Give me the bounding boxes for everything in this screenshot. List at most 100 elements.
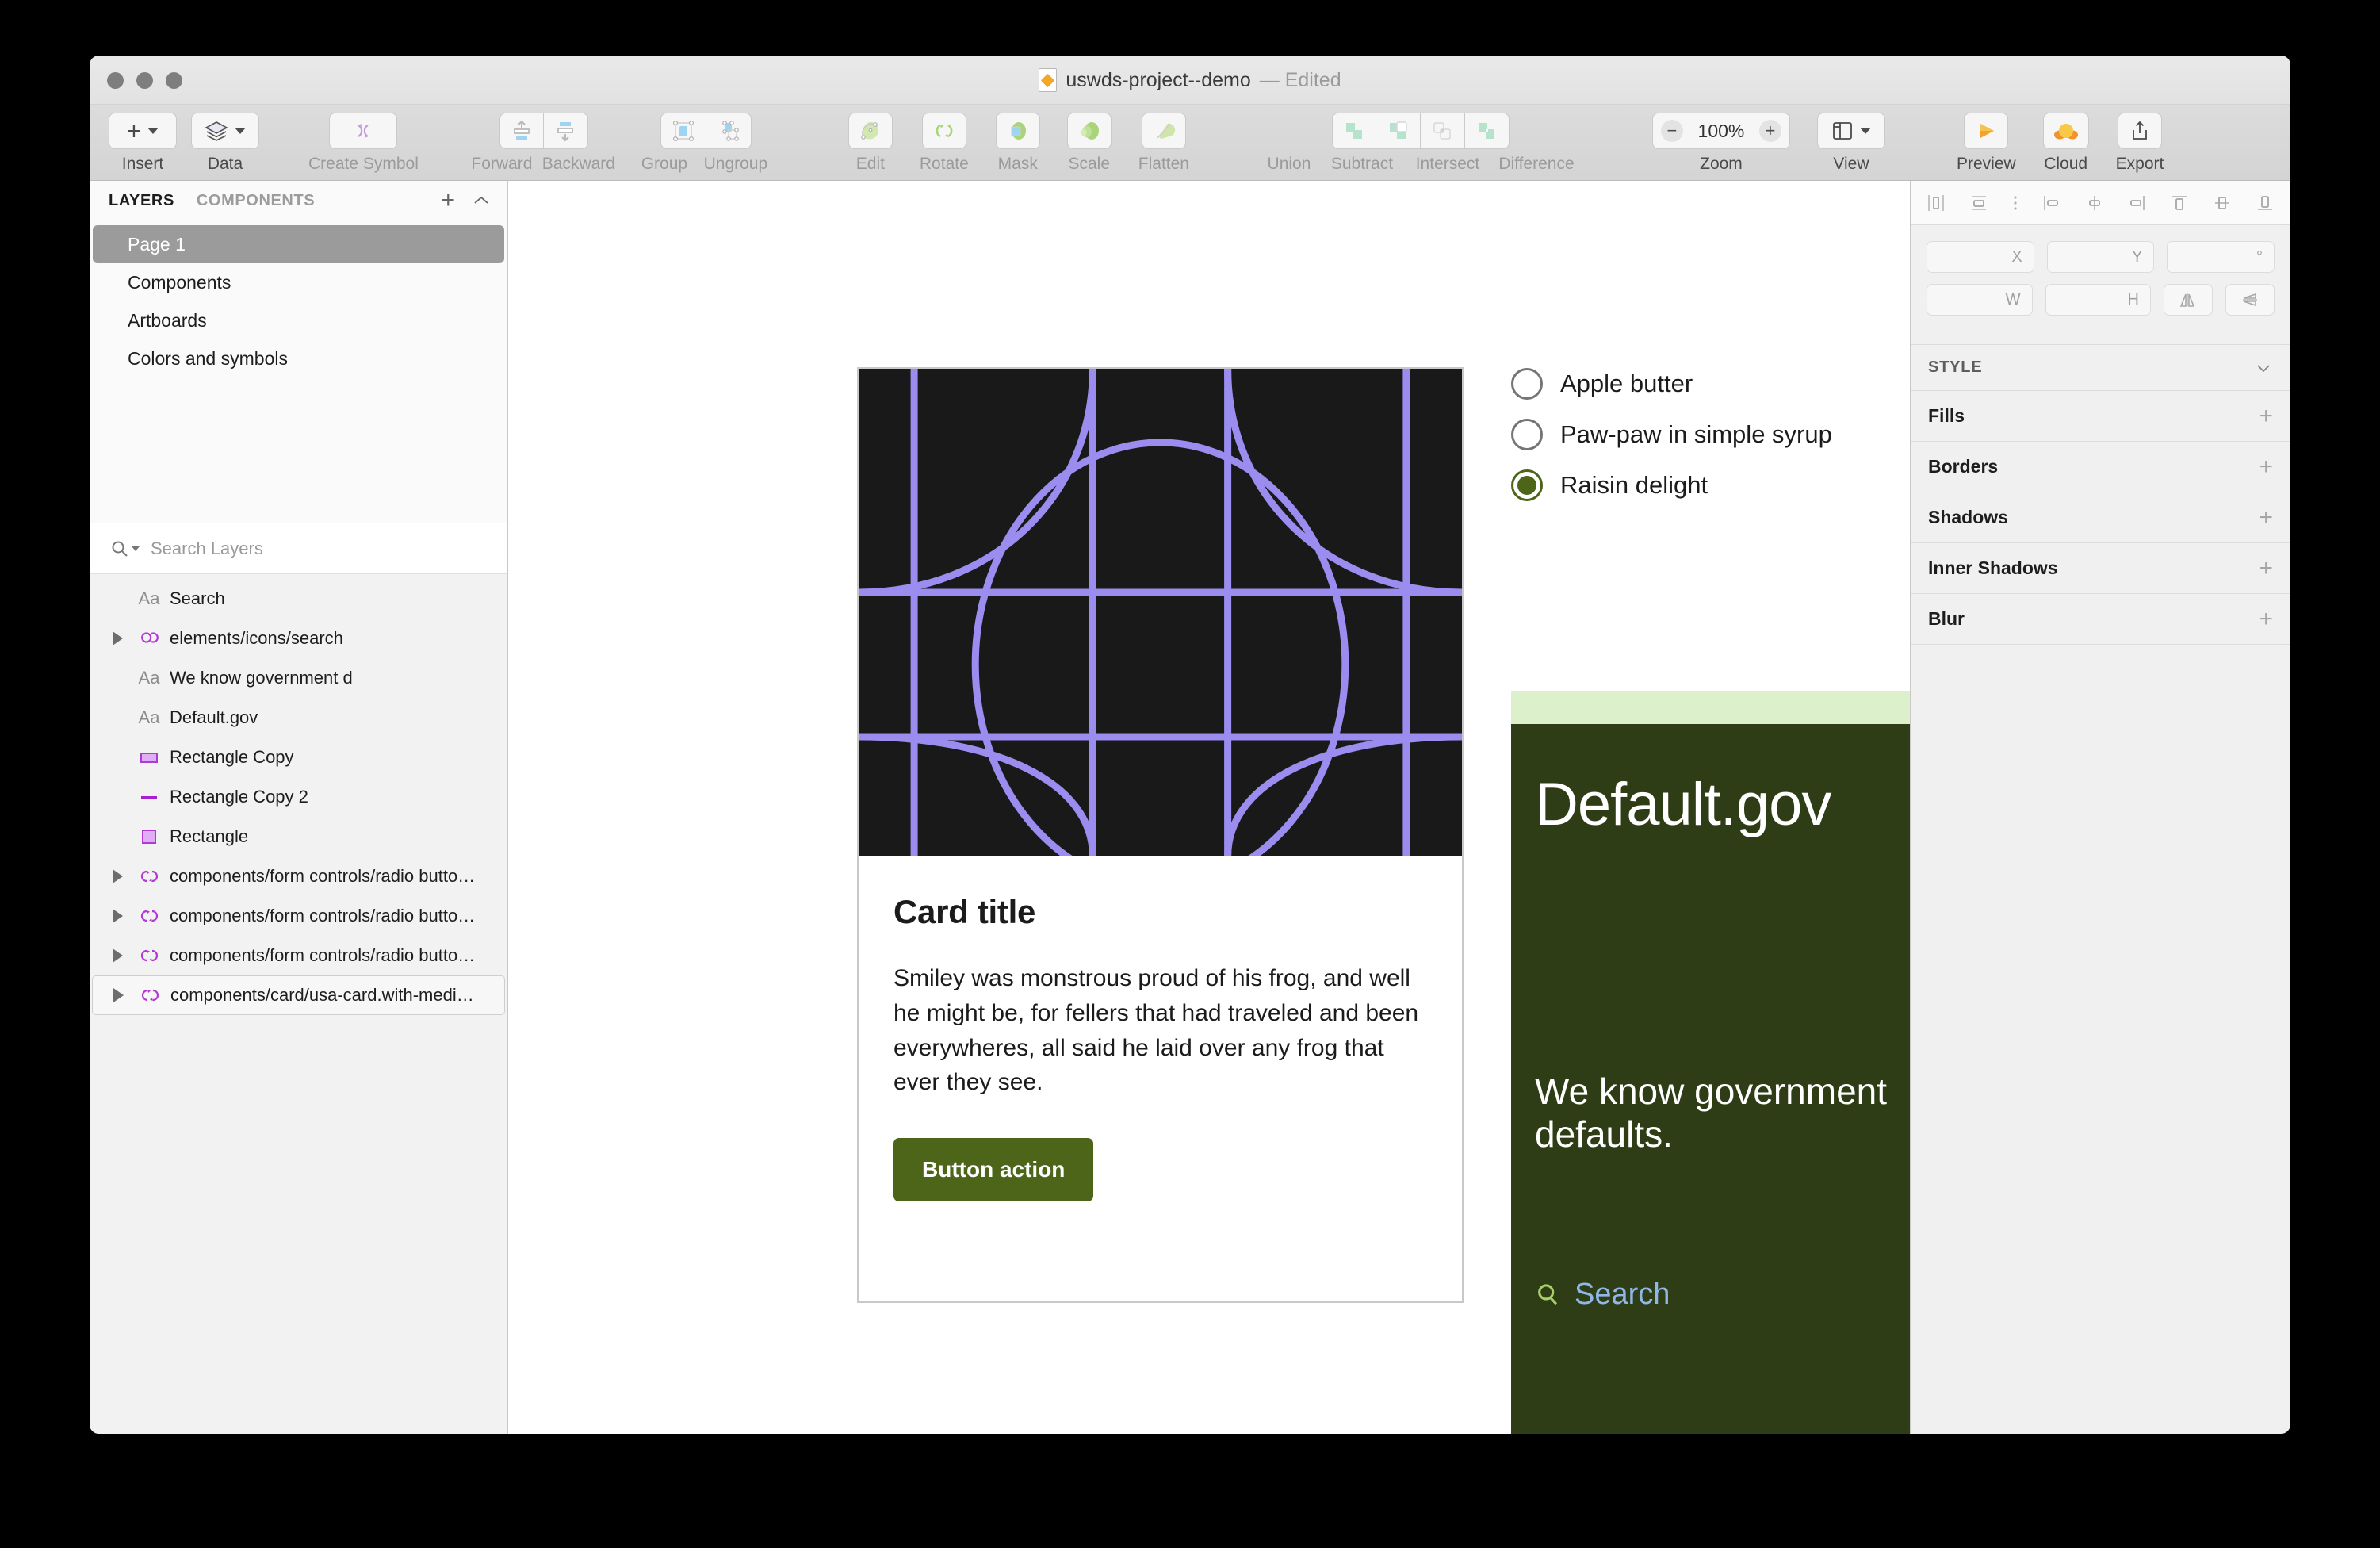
symbol-layer-icon [128, 867, 170, 886]
y-label: Y [2132, 247, 2143, 266]
chevron-down-icon[interactable] [2254, 362, 2273, 374]
card-action-button[interactable]: Button action [893, 1138, 1094, 1202]
x-field[interactable]: X [1927, 241, 2034, 273]
flip-horizontal-button[interactable] [2164, 284, 2213, 316]
height-field[interactable]: H [2045, 284, 2151, 316]
layer-row[interactable]: Rectangle Copy 2 [92, 777, 505, 817]
design-canvas[interactable]: Card title Smiley was monstrous proud of… [508, 181, 1910, 1434]
zoom-out-button[interactable]: − [1660, 120, 1683, 142]
add-fill-icon[interactable]: + [2259, 404, 2273, 427]
default-gov-card[interactable]: Default.gov We know government defaults.… [1511, 691, 1910, 1434]
style-row-blur[interactable]: Blur + [1911, 594, 2290, 645]
share-upload-icon [2133, 121, 2147, 140]
layer-row[interactable]: Aa Default.gov [92, 698, 505, 738]
align-left-icon[interactable] [1925, 193, 1947, 213]
add-page-icon[interactable]: + [441, 189, 455, 213]
page-item-artboards[interactable]: Artboards [93, 301, 504, 339]
add-border-icon[interactable]: + [2259, 454, 2273, 478]
create-symbol-button[interactable] [329, 113, 398, 149]
radio-circle-icon[interactable] [1511, 419, 1543, 450]
align-edge-left-icon[interactable] [2041, 193, 2063, 213]
layer-row[interactable]: components/form controls/radio butto… [92, 856, 505, 896]
disclosure-triangle-icon[interactable] [106, 869, 128, 883]
layer-row[interactable]: components/form controls/radio butto… [92, 936, 505, 975]
edit-button[interactable] [848, 113, 893, 149]
radio-circle-icon[interactable] [1511, 368, 1543, 400]
add-blur-icon[interactable]: + [2259, 607, 2273, 630]
zoom-control[interactable]: − 100% + [1651, 113, 1790, 149]
search-layers-placeholder: Search Layers [151, 538, 263, 558]
layer-name: Default.gov [170, 707, 258, 727]
radio-option-paw-paw-in-simple-syrup[interactable]: Paw-paw in simple syrup [1511, 412, 1832, 457]
usa-card-artboard[interactable]: Card title Smiley was monstrous proud of… [857, 367, 1464, 1303]
align-center-vertical-icon[interactable] [2211, 193, 2233, 213]
ungroup-button[interactable] [706, 113, 752, 149]
radio-option-raisin-delight[interactable]: Raisin delight [1511, 463, 1832, 508]
style-row-borders[interactable]: Borders + [1911, 442, 2290, 492]
scale-button[interactable] [1066, 113, 1112, 149]
layer-row[interactable]: Aa We know government d [92, 658, 505, 698]
layer-row[interactable]: components/form controls/radio butto… [92, 896, 505, 936]
mask-button[interactable] [995, 113, 1040, 149]
backward-button[interactable] [543, 113, 588, 149]
group-button[interactable] [660, 113, 707, 149]
data-button[interactable] [191, 113, 259, 149]
flatten-button[interactable] [1141, 113, 1186, 149]
gov-card-search-link[interactable]: Search [1535, 1278, 1670, 1312]
subtract-button[interactable] [1376, 113, 1421, 149]
tab-layers[interactable]: LAYERS [109, 192, 174, 210]
radio-option-apple-butter[interactable]: Apple butter [1511, 362, 1832, 406]
align-bottom-icon[interactable] [2254, 193, 2276, 213]
union-button[interactable] [1331, 113, 1376, 149]
forward-label: Forward [471, 155, 533, 173]
edit-path-icon [861, 122, 879, 140]
flip-vertical-button[interactable] [2225, 284, 2275, 316]
y-field[interactable]: Y [2046, 241, 2155, 273]
layer-row-selected[interactable]: components/card/usa-card.with-medi… [92, 975, 505, 1015]
page-item-colors-and-symbols[interactable]: Colors and symbols [93, 339, 504, 377]
align-edge-right-icon[interactable] [2126, 193, 2148, 213]
radio-circle-selected-icon[interactable] [1511, 469, 1543, 501]
cloud-button[interactable] [2042, 113, 2089, 149]
style-row-inner-shadows[interactable]: Inner Shadows + [1911, 543, 2290, 594]
insert-button[interactable]: + [109, 113, 177, 149]
view-button[interactable] [1816, 113, 1885, 149]
tab-components[interactable]: COMPONENTS [197, 192, 315, 210]
style-section-header[interactable]: STYLE [1911, 345, 2290, 391]
disclosure-triangle-icon[interactable] [106, 909, 128, 923]
width-field[interactable]: W [1927, 284, 2033, 316]
add-shadow-icon[interactable]: + [2259, 505, 2273, 529]
forward-button[interactable] [499, 113, 544, 149]
search-layers-field[interactable]: Search Layers [90, 523, 507, 574]
view-label: View [1833, 155, 1869, 173]
zoom-in-button[interactable]: + [1758, 120, 1781, 142]
export-button[interactable] [2118, 113, 2163, 149]
style-row-shadows[interactable]: Shadows + [1911, 492, 2290, 543]
line-layer-icon [128, 789, 170, 805]
disclosure-triangle-icon[interactable] [106, 631, 128, 646]
disclosure-triangle-icon[interactable] [107, 988, 129, 1002]
rotation-field[interactable]: ° [2167, 241, 2275, 273]
add-inner-shadow-icon[interactable]: + [2259, 556, 2273, 580]
align-center-horizontal-icon[interactable] [1968, 193, 1990, 213]
page-item-page-1[interactable]: Page 1 [93, 225, 504, 263]
style-row-fills[interactable]: Fills + [1911, 391, 2290, 442]
flip-horizontal-icon [2179, 293, 2195, 307]
layer-row[interactable]: Aa Search [92, 579, 505, 619]
intersect-button[interactable] [1420, 113, 1465, 149]
export-label: Export [2115, 155, 2164, 173]
card-media-graphic [859, 369, 1462, 856]
layer-row[interactable]: elements/icons/search [92, 619, 505, 658]
x-label: X [2011, 247, 2022, 266]
layer-row[interactable]: Rectangle [92, 817, 505, 856]
disclosure-triangle-icon[interactable] [106, 948, 128, 963]
preview-button[interactable] [1964, 113, 2009, 149]
chevron-up-icon[interactable] [473, 194, 490, 207]
align-distribute-icon[interactable] [2011, 193, 2020, 213]
align-middle-icon[interactable] [2083, 193, 2106, 213]
align-top-icon[interactable] [2168, 193, 2191, 213]
rotate-button[interactable] [921, 113, 966, 149]
layer-row[interactable]: Rectangle Copy [92, 738, 505, 777]
difference-button[interactable] [1464, 113, 1510, 149]
page-item-components[interactable]: Components [93, 263, 504, 301]
